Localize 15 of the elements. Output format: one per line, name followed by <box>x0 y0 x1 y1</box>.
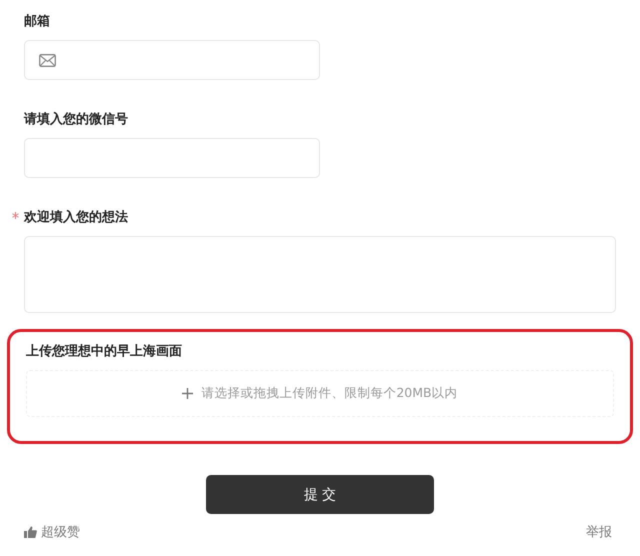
like-button[interactable]: 超级赞 <box>24 523 80 541</box>
field-label: 请填入您的微信号 <box>24 112 128 127</box>
upload-hint: 请选择或拖拽上传附件、限制每个20MB以内 <box>201 385 458 402</box>
text-area[interactable] <box>24 236 616 313</box>
envelope-icon <box>39 54 56 66</box>
upload-area[interactable]: 请选择或拖拽上传附件、限制每个20MB以内 <box>26 370 614 417</box>
submit-button[interactable]: 提 交 <box>206 475 434 514</box>
field-label: 欢迎填入您的想法 <box>24 210 128 225</box>
field-label: 上传您理想中的早上海画面 <box>26 343 183 360</box>
plus-icon <box>182 388 194 399</box>
email-field[interactable] <box>24 40 320 80</box>
report-link[interactable]: 举报 <box>586 523 612 541</box>
input-field[interactable] <box>24 138 320 178</box>
thumbs-up-icon <box>24 526 37 538</box>
field-label: 邮箱 <box>24 14 50 29</box>
